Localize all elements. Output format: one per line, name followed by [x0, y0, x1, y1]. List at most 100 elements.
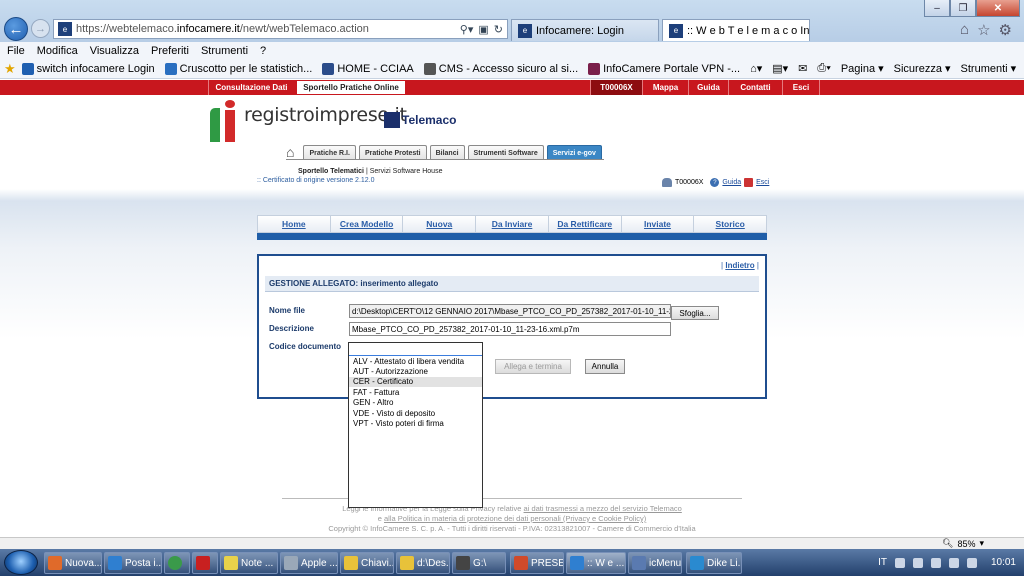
home-icon[interactable]: ⌂ — [286, 144, 294, 160]
menu-visualizza[interactable]: Visualizza — [90, 45, 139, 57]
link-contatti[interactable]: Contatti — [728, 80, 782, 95]
dropdown-option[interactable]: FAT - Fattura — [349, 387, 482, 397]
favorite-item[interactable]: switch infocamere Login — [21, 62, 155, 75]
nav-storico[interactable]: Storico — [694, 216, 766, 232]
taskbar-item[interactable]: Chiavi... — [340, 552, 394, 574]
privacy-policy-link[interactable]: alla Politica in materia di protezione d… — [384, 514, 646, 523]
link-consultazione-dati[interactable]: Consultazione Dati — [208, 80, 294, 95]
menu-strumenti[interactable]: Strumenti — [201, 45, 248, 57]
dropdown-option[interactable]: AUT - Autorizzazione — [349, 366, 482, 376]
guida-link[interactable]: Guida — [722, 179, 741, 186]
home-icon[interactable]: ⌂ — [960, 21, 969, 39]
menu-modifica[interactable]: Modifica — [37, 45, 78, 57]
link-guida[interactable]: Guida — [688, 80, 728, 95]
address-bar[interactable]: e https://webtelemaco.infocamere.it/newt… — [53, 19, 508, 39]
sfoglia-button[interactable]: Sfoglia... — [671, 306, 719, 320]
codice-documento-dropdown[interactable]: ALV - Attestato di libera vendita AUT - … — [348, 342, 483, 508]
dropdown-option[interactable]: VPT - Visto poteri di firma — [349, 418, 482, 428]
tray-icon[interactable] — [894, 557, 905, 568]
dropdown-option-highlighted[interactable]: CER - Certificato — [349, 376, 482, 388]
home-page-icon[interactable]: ⌂▾ — [750, 62, 762, 75]
menu-preferiti[interactable]: Preferiti — [151, 45, 189, 57]
url-text[interactable]: https://webtelemaco.infocamere.it/newt/w… — [76, 23, 460, 35]
allega-e-termina-button[interactable]: Allega e termina — [495, 359, 571, 374]
network-icon[interactable] — [948, 557, 959, 568]
tab-webtelemaco[interactable]: e :: W e b T e l e m a c o InfoC... ✕ — [662, 19, 810, 41]
command-strumenti[interactable]: Strumenti ▾ — [961, 62, 1017, 75]
clock[interactable]: 10:01 — [991, 557, 1016, 568]
refresh-icon[interactable]: ↻ — [494, 23, 503, 36]
nav-home[interactable]: Home — [258, 216, 331, 232]
minimize-button[interactable]: – — [924, 0, 950, 17]
privacy-telemaco-link[interactable]: ai dati trasmessi a mezzo del servizio T… — [524, 504, 682, 513]
tab-strumenti-software[interactable]: Strumenti Software — [467, 145, 544, 160]
back-button[interactable]: ← — [4, 17, 28, 41]
tab-infocamere-login[interactable]: e Infocamere: Login — [511, 19, 659, 41]
nav-nuova[interactable]: Nuova — [403, 216, 477, 232]
dropdown-option[interactable]: ALV - Attestato di libera vendita — [349, 356, 482, 366]
volume-icon[interactable] — [966, 557, 977, 568]
taskbar-item[interactable]: Apple ... — [280, 552, 338, 574]
feeds-icon[interactable]: ▤▾ — [772, 62, 788, 75]
taskbar-item[interactable]: icMenu — [628, 552, 682, 574]
link-sportello-pratiche[interactable]: Sportello Pratiche Online — [296, 80, 406, 95]
favorites-bar: ★ switch infocamere Login Cruscotto per … — [0, 59, 1024, 79]
taskbar-item[interactable]: Posta i... — [104, 552, 162, 574]
nav-inviate[interactable]: Inviate — [622, 216, 695, 232]
dropdown-option[interactable]: GEN - Altro — [349, 398, 482, 408]
dropdown-option[interactable]: VDE - Visto di deposito — [349, 408, 482, 418]
annulla-button[interactable]: Annulla — [585, 359, 625, 374]
gestione-allegato-panel: | Indietro | GESTIONE ALLEGATO: inserime… — [257, 254, 767, 399]
zoom-level[interactable]: 85% — [957, 539, 975, 549]
descrizione-input[interactable]: Mbase_PTCO_CO_PD_257382_2017-01-10_11-23… — [349, 322, 671, 336]
taskbar-item[interactable]: PRESE... — [510, 552, 564, 574]
menu-file[interactable]: File — [7, 45, 25, 57]
taskbar-item[interactable]: G:\ — [452, 552, 506, 574]
taskbar-item[interactable]: Dike Li... — [686, 552, 742, 574]
compatibility-icon[interactable]: ▣ — [478, 23, 488, 36]
start-button[interactable] — [4, 550, 38, 575]
taskbar-item[interactable] — [164, 552, 190, 574]
favorite-item[interactable]: CMS - Accesso sicuro al si... — [423, 62, 578, 75]
tab-bilanci[interactable]: Bilanci — [429, 145, 465, 160]
indietro-link[interactable]: Indietro — [725, 261, 754, 270]
maximize-button[interactable]: ❐ — [950, 0, 976, 17]
menu-bar: File Modifica Visualizza Preferiti Strum… — [0, 42, 1024, 59]
print-icon[interactable]: ⎙▾ — [817, 62, 830, 75]
dropdown-selected-field[interactable] — [349, 343, 482, 356]
taskbar-item[interactable]: d:\Des... — [396, 552, 450, 574]
command-sicurezza[interactable]: Sicurezza ▾ — [894, 62, 951, 75]
tray-icon[interactable] — [912, 557, 923, 568]
tab-servizi-egov[interactable]: Servizi e-gov — [546, 145, 602, 160]
nav-da-inviare[interactable]: Da Inviare — [476, 216, 549, 232]
command-pagina[interactable]: Pagina ▾ — [841, 62, 884, 75]
favorite-item[interactable]: HOME - CCIAA — [322, 62, 414, 75]
user-code-label: T00006X — [590, 80, 642, 95]
taskbar-item[interactable]: Nuova... — [44, 552, 102, 574]
esci-link[interactable]: Esci — [756, 179, 769, 186]
taskbar-item[interactable]: Note ... — [220, 552, 278, 574]
tab-pratiche-ri[interactable]: Pratiche R.I. — [303, 145, 356, 160]
taskbar-item[interactable] — [192, 552, 218, 574]
tray-icon[interactable] — [930, 557, 941, 568]
nome-file-input[interactable]: d:\Desktop\CERT'O\12 GENNAIO 2017\Mbase_… — [349, 304, 671, 318]
link-mappa[interactable]: Mappa — [642, 80, 688, 95]
tab-pratiche-protesti[interactable]: Pratiche Protesti — [358, 145, 427, 160]
menu-help[interactable]: ? — [260, 45, 266, 57]
taskbar-item-active[interactable]: :: W e ... — [566, 552, 626, 574]
link-esci[interactable]: Esci — [782, 80, 820, 95]
search-icon[interactable]: ⚲▾ — [460, 23, 474, 36]
nav-da-rettificare[interactable]: Da Rettificare — [549, 216, 622, 232]
mail-icon[interactable]: ✉ — [798, 62, 807, 75]
favorites-star-icon[interactable]: ☆ — [977, 21, 990, 39]
favorites-star-icon[interactable]: ★ — [4, 61, 16, 77]
nav-crea-modello[interactable]: Crea Modello — [331, 216, 404, 232]
forward-button[interactable]: → — [31, 19, 50, 38]
language-indicator[interactable]: IT — [878, 557, 887, 568]
close-window-button[interactable]: ✕ — [976, 0, 1020, 17]
favorite-item[interactable]: InfoCamere Portale VPN -... — [588, 62, 740, 75]
favorite-item[interactable]: Cruscotto per le statistich... — [164, 62, 312, 75]
zoom-icon[interactable]: 🔍︎ — [942, 538, 953, 549]
settings-gear-icon[interactable]: ⚙ — [999, 21, 1012, 39]
registroimprese-logo[interactable]: registroimprese.it — [210, 100, 407, 142]
